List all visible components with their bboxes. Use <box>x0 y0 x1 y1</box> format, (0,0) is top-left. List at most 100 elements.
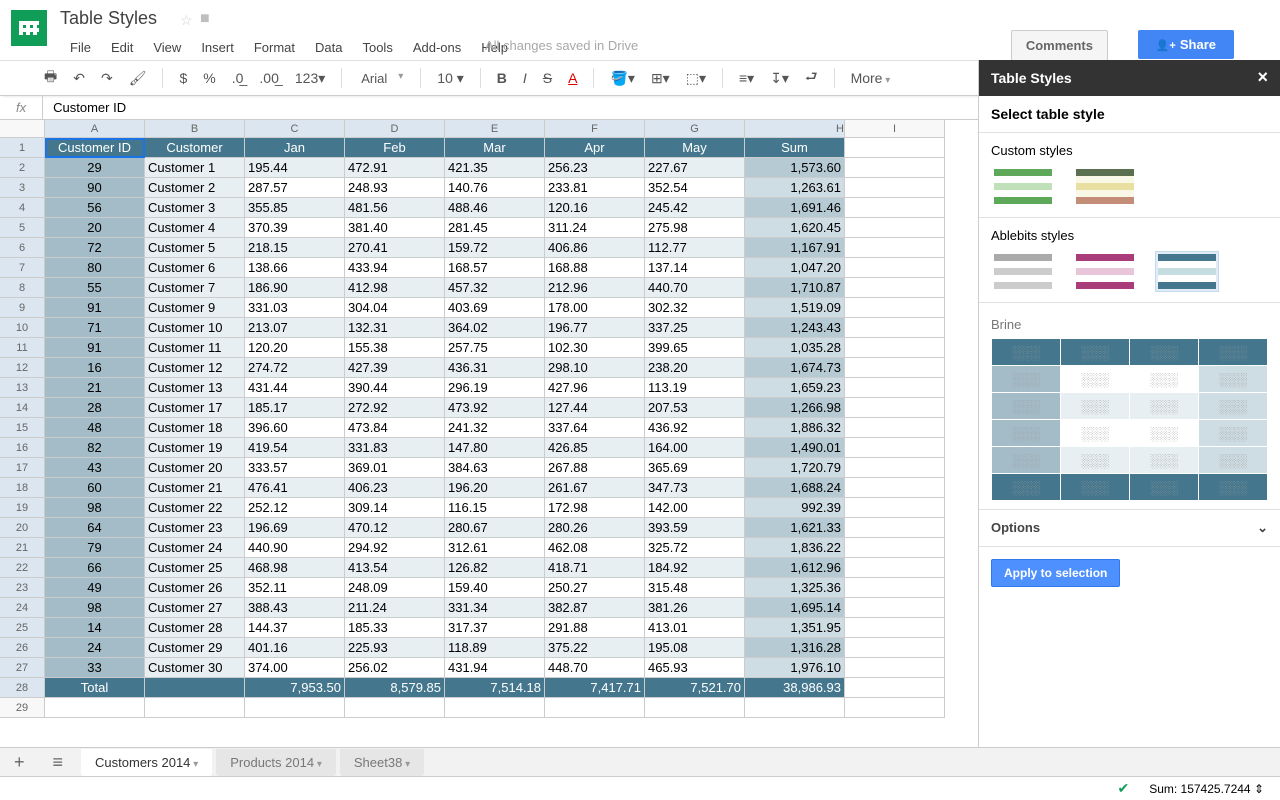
cell[interactable] <box>845 218 945 238</box>
cell[interactable]: 333.57 <box>245 458 345 478</box>
cell[interactable]: 1,573.60 <box>745 158 845 178</box>
cell[interactable]: 49 <box>45 578 145 598</box>
percent-button[interactable]: % <box>199 70 219 86</box>
star-icon[interactable]: ☆ <box>180 12 193 29</box>
cell[interactable]: 91 <box>45 298 145 318</box>
cell[interactable]: 116.15 <box>445 498 545 518</box>
cell[interactable]: 431.94 <box>445 658 545 678</box>
valign-button[interactable]: ↧▾ <box>766 70 793 87</box>
cell[interactable]: 1,243.43 <box>745 318 845 338</box>
formula-value[interactable]: Customer ID <box>43 100 126 115</box>
cell[interactable]: Customer 21 <box>145 478 245 498</box>
cell[interactable]: 347.73 <box>645 478 745 498</box>
cell[interactable]: Customer 4 <box>145 218 245 238</box>
text-color-button[interactable]: A <box>564 70 581 86</box>
cell[interactable]: 144.37 <box>245 618 345 638</box>
cell[interactable]: 403.69 <box>445 298 545 318</box>
cell[interactable]: 196.77 <box>545 318 645 338</box>
cell[interactable]: 16 <box>45 358 145 378</box>
cell[interactable]: 233.81 <box>545 178 645 198</box>
cell[interactable]: 168.88 <box>545 258 645 278</box>
col-header[interactable]: D <box>345 120 445 138</box>
cell[interactable] <box>845 458 945 478</box>
cell[interactable] <box>845 558 945 578</box>
cell[interactable]: 29 <box>45 158 145 178</box>
cell[interactable]: 257.75 <box>445 338 545 358</box>
cell[interactable]: 270.41 <box>345 238 445 258</box>
merge-button[interactable]: ⬚▾ <box>682 70 710 87</box>
cell[interactable]: 132.31 <box>345 318 445 338</box>
cell[interactable] <box>845 278 945 298</box>
row-header[interactable]: 9 <box>0 298 45 318</box>
cell[interactable] <box>845 238 945 258</box>
cell[interactable]: 168.57 <box>445 258 545 278</box>
sheet-tab[interactable]: Products 2014 <box>216 749 336 776</box>
redo-icon[interactable]: ↷ <box>97 70 117 87</box>
cell[interactable]: 1,035.28 <box>745 338 845 358</box>
cell[interactable]: 98 <box>45 498 145 518</box>
cell[interactable]: 309.14 <box>345 498 445 518</box>
dec-increase-button[interactable]: .00̲ <box>255 70 282 86</box>
cell[interactable]: 212.96 <box>545 278 645 298</box>
cell[interactable]: 426.85 <box>545 438 645 458</box>
cell[interactable]: 56 <box>45 198 145 218</box>
cell[interactable]: 256.23 <box>545 158 645 178</box>
cell[interactable] <box>845 378 945 398</box>
cell[interactable] <box>845 638 945 658</box>
cell[interactable]: 79 <box>45 538 145 558</box>
cell[interactable]: 488.46 <box>445 198 545 218</box>
cell[interactable]: Customer 28 <box>145 618 245 638</box>
folder-icon[interactable]: ■ <box>200 10 210 28</box>
cell[interactable]: 80 <box>45 258 145 278</box>
cell[interactable]: 185.17 <box>245 398 345 418</box>
row-header[interactable]: 5 <box>0 218 45 238</box>
col-header[interactable]: G <box>645 120 745 138</box>
cell[interactable]: 448.70 <box>545 658 645 678</box>
cell[interactable]: 55 <box>45 278 145 298</box>
cell[interactable]: 7,514.18 <box>445 678 545 698</box>
cell[interactable]: Mar <box>445 138 545 158</box>
row-header[interactable]: 8 <box>0 278 45 298</box>
cell[interactable]: 24 <box>45 638 145 658</box>
add-sheet-button[interactable]: + <box>0 752 39 773</box>
row-header[interactable]: 18 <box>0 478 45 498</box>
cell[interactable]: 1,674.73 <box>745 358 845 378</box>
cell[interactable]: 406.86 <box>545 238 645 258</box>
cell[interactable]: 20 <box>45 218 145 238</box>
cell[interactable]: 275.98 <box>645 218 745 238</box>
row-header[interactable]: 11 <box>0 338 45 358</box>
cell[interactable]: 241.32 <box>445 418 545 438</box>
cell[interactable]: 280.67 <box>445 518 545 538</box>
cell[interactable]: 185.33 <box>345 618 445 638</box>
cell[interactable]: 60 <box>45 478 145 498</box>
cell[interactable]: 195.08 <box>645 638 745 658</box>
col-header[interactable]: E <box>445 120 545 138</box>
cell[interactable]: 238.20 <box>645 358 745 378</box>
cell[interactable]: 147.80 <box>445 438 545 458</box>
cell[interactable]: 462.08 <box>545 538 645 558</box>
cell[interactable]: 1,695.14 <box>745 598 845 618</box>
cell[interactable] <box>145 678 245 698</box>
col-header[interactable]: F <box>545 120 645 138</box>
cell[interactable]: Customer 1 <box>145 158 245 178</box>
row-header[interactable]: 3 <box>0 178 45 198</box>
apply-button[interactable]: Apply to selection <box>991 559 1120 587</box>
col-header[interactable]: C <box>245 120 345 138</box>
cell[interactable]: 138.66 <box>245 258 345 278</box>
row-header[interactable]: 22 <box>0 558 45 578</box>
row-header[interactable]: 21 <box>0 538 45 558</box>
cell[interactable]: Customer 23 <box>145 518 245 538</box>
cell[interactable]: 436.92 <box>645 418 745 438</box>
row-header[interactable]: 2 <box>0 158 45 178</box>
cell[interactable]: Customer 12 <box>145 358 245 378</box>
cell[interactable]: 7,521.70 <box>645 678 745 698</box>
cell[interactable]: 272.92 <box>345 398 445 418</box>
cell[interactable]: 374.00 <box>245 658 345 678</box>
cell[interactable] <box>845 598 945 618</box>
cell[interactable]: 337.64 <box>545 418 645 438</box>
cell[interactable]: 396.60 <box>245 418 345 438</box>
row-header[interactable]: 4 <box>0 198 45 218</box>
cell[interactable]: 1,325.36 <box>745 578 845 598</box>
cell[interactable]: 381.26 <box>645 598 745 618</box>
cell[interactable] <box>845 678 945 698</box>
